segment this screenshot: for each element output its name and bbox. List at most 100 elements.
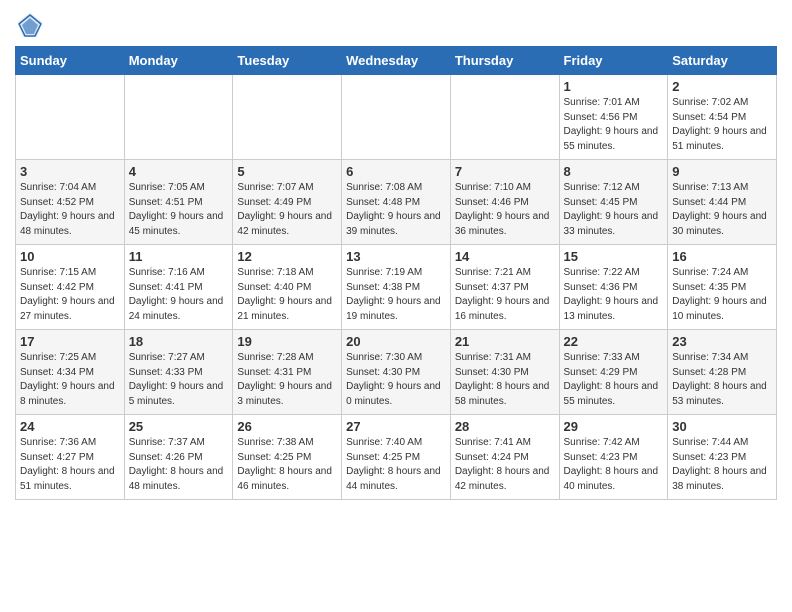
day-number: 15 (564, 249, 664, 264)
calendar-cell: 13 Sunrise: 7:19 AM Sunset: 4:38 PM Dayli… (342, 245, 451, 330)
calendar-week-row: 17Sunrise: 7:25 AM Sunset: 4:34 PM Dayli… (16, 330, 777, 415)
day-number: 11 (129, 249, 229, 264)
day-number: 23 (672, 334, 772, 349)
calendar-cell: 24 Sunrise: 7:36 AM Sunset: 4:27 PM Dayli… (16, 415, 125, 500)
day-info: Sunrise: 7:07 AM Sunset: 4:49 PM Dayligh… (237, 181, 337, 239)
day-info: Sunrise: 7:13 AM Sunset: 4:44 PM Dayligh… (672, 181, 772, 239)
day-number: 10 (20, 249, 120, 264)
day-number: 18 (129, 334, 229, 349)
day-number: 21 (455, 334, 555, 349)
day-info: Sunrise: 7:12 AM Sunset: 4:45 PM Dayligh… (564, 181, 664, 239)
day-number: 3 (20, 164, 120, 179)
day-info: Sunrise: 7:44 AM Sunset: 4:23 PM Dayligh… (672, 436, 772, 494)
calendar-cell: 28 Sunrise: 7:41 AM Sunset: 4:24 PM Dayli… (450, 415, 559, 500)
day-number: 29 (564, 419, 664, 434)
calendar-cell: 7 Sunrise: 7:10 AM Sunset: 4:46 PM Daylig… (450, 160, 559, 245)
day-info: Sunrise: 7:36 AM Sunset: 4:27 PM Dayligh… (20, 436, 120, 494)
day-number: 20 (346, 334, 446, 349)
day-number: 26 (237, 419, 337, 434)
day-number: 14 (455, 249, 555, 264)
calendar-cell: 5Sunrise: 7:07 AM Sunset: 4:49 PM Daylig… (233, 160, 342, 245)
calendar-cell: 16Sunrise: 7:24 AM Sunset: 4:35 PM Dayli… (668, 245, 777, 330)
calendar-cell: 19Sunrise: 7:28 AM Sunset: 4:31 PM Dayli… (233, 330, 342, 415)
day-header-tuesday: Tuesday (233, 47, 342, 75)
calendar-cell: 6 Sunrise: 7:08 AM Sunset: 4:48 PM Daylig… (342, 160, 451, 245)
calendar-cell: 3Sunrise: 7:04 AM Sunset: 4:52 PM Daylig… (16, 160, 125, 245)
day-info: Sunrise: 7:28 AM Sunset: 4:31 PM Dayligh… (237, 351, 337, 409)
calendar-cell: 12 Sunrise: 7:18 AM Sunset: 4:40 PM Dayli… (233, 245, 342, 330)
day-number: 25 (129, 419, 229, 434)
calendar-cell: 17Sunrise: 7:25 AM Sunset: 4:34 PM Dayli… (16, 330, 125, 415)
day-number: 8 (564, 164, 664, 179)
page: SundayMondayTuesdayWednesdayThursdayFrid… (0, 0, 792, 515)
day-number: 4 (129, 164, 229, 179)
calendar-cell (233, 75, 342, 160)
day-info: Sunrise: 7:19 AM Sunset: 4:38 PM Dayligh… (346, 266, 446, 324)
calendar-cell: 26 Sunrise: 7:38 AM Sunset: 4:25 PM Dayli… (233, 415, 342, 500)
day-number: 12 (237, 249, 337, 264)
calendar-cell: 27 Sunrise: 7:40 AM Sunset: 4:25 PM Dayli… (342, 415, 451, 500)
day-header-thursday: Thursday (450, 47, 559, 75)
calendar-week-row: 24 Sunrise: 7:36 AM Sunset: 4:27 PM Dayli… (16, 415, 777, 500)
calendar-cell: 10 Sunrise: 7:15 AM Sunset: 4:42 PM Dayli… (16, 245, 125, 330)
day-info: Sunrise: 7:22 AM Sunset: 4:36 PM Dayligh… (564, 266, 664, 324)
day-info: Sunrise: 7:15 AM Sunset: 4:42 PM Dayligh… (20, 266, 120, 324)
day-header-saturday: Saturday (668, 47, 777, 75)
day-info: Sunrise: 7:18 AM Sunset: 4:40 PM Dayligh… (237, 266, 337, 324)
day-info: Sunrise: 7:30 AM Sunset: 4:30 PM Dayligh… (346, 351, 446, 409)
day-info: Sunrise: 7:40 AM Sunset: 4:25 PM Dayligh… (346, 436, 446, 494)
logo-icon (15, 10, 45, 40)
day-info: Sunrise: 7:27 AM Sunset: 4:33 PM Dayligh… (129, 351, 229, 409)
calendar-cell: 30 Sunrise: 7:44 AM Sunset: 4:23 PM Dayli… (668, 415, 777, 500)
day-info: Sunrise: 7:31 AM Sunset: 4:30 PM Dayligh… (455, 351, 555, 409)
day-number: 16 (672, 249, 772, 264)
day-info: Sunrise: 7:33 AM Sunset: 4:29 PM Dayligh… (564, 351, 664, 409)
day-info: Sunrise: 7:05 AM Sunset: 4:51 PM Dayligh… (129, 181, 229, 239)
calendar-cell: 29 Sunrise: 7:42 AM Sunset: 4:23 PM Dayli… (559, 415, 668, 500)
calendar-cell: 22Sunrise: 7:33 AM Sunset: 4:29 PM Dayli… (559, 330, 668, 415)
day-info: Sunrise: 7:02 AM Sunset: 4:54 PM Dayligh… (672, 96, 772, 154)
day-header-friday: Friday (559, 47, 668, 75)
calendar-cell: 9 Sunrise: 7:13 AM Sunset: 4:44 PM Daylig… (668, 160, 777, 245)
day-info: Sunrise: 7:38 AM Sunset: 4:25 PM Dayligh… (237, 436, 337, 494)
calendar-cell: 2 Sunrise: 7:02 AM Sunset: 4:54 PM Daylig… (668, 75, 777, 160)
day-header-monday: Monday (124, 47, 233, 75)
day-info: Sunrise: 7:41 AM Sunset: 4:24 PM Dayligh… (455, 436, 555, 494)
day-info: Sunrise: 7:42 AM Sunset: 4:23 PM Dayligh… (564, 436, 664, 494)
day-header-wednesday: Wednesday (342, 47, 451, 75)
day-info: Sunrise: 7:10 AM Sunset: 4:46 PM Dayligh… (455, 181, 555, 239)
header (15, 10, 777, 40)
day-number: 9 (672, 164, 772, 179)
calendar-cell: 11 Sunrise: 7:16 AM Sunset: 4:41 PM Dayli… (124, 245, 233, 330)
day-number: 2 (672, 79, 772, 94)
calendar-cell: 20 Sunrise: 7:30 AM Sunset: 4:30 PM Dayli… (342, 330, 451, 415)
calendar-cell: 23 Sunrise: 7:34 AM Sunset: 4:28 PM Dayli… (668, 330, 777, 415)
calendar-cell (342, 75, 451, 160)
day-info: Sunrise: 7:37 AM Sunset: 4:26 PM Dayligh… (129, 436, 229, 494)
day-info: Sunrise: 7:01 AM Sunset: 4:56 PM Dayligh… (564, 96, 664, 154)
day-number: 27 (346, 419, 446, 434)
day-info: Sunrise: 7:34 AM Sunset: 4:28 PM Dayligh… (672, 351, 772, 409)
day-number: 1 (564, 79, 664, 94)
calendar-cell: 8 Sunrise: 7:12 AM Sunset: 4:45 PM Daylig… (559, 160, 668, 245)
calendar-cell: 15 Sunrise: 7:22 AM Sunset: 4:36 PM Dayli… (559, 245, 668, 330)
logo (15, 10, 49, 40)
day-info: Sunrise: 7:08 AM Sunset: 4:48 PM Dayligh… (346, 181, 446, 239)
day-number: 13 (346, 249, 446, 264)
calendar-cell (450, 75, 559, 160)
day-info: Sunrise: 7:21 AM Sunset: 4:37 PM Dayligh… (455, 266, 555, 324)
day-number: 28 (455, 419, 555, 434)
day-number: 6 (346, 164, 446, 179)
calendar-header-row: SundayMondayTuesdayWednesdayThursdayFrid… (16, 47, 777, 75)
day-number: 24 (20, 419, 120, 434)
day-number: 17 (20, 334, 120, 349)
calendar-cell: 18 Sunrise: 7:27 AM Sunset: 4:33 PM Dayli… (124, 330, 233, 415)
calendar-cell (16, 75, 125, 160)
day-number: 30 (672, 419, 772, 434)
day-info: Sunrise: 7:16 AM Sunset: 4:41 PM Dayligh… (129, 266, 229, 324)
calendar-table: SundayMondayTuesdayWednesdayThursdayFrid… (15, 46, 777, 500)
calendar-cell (124, 75, 233, 160)
day-number: 7 (455, 164, 555, 179)
day-header-sunday: Sunday (16, 47, 125, 75)
calendar-cell: 25 Sunrise: 7:37 AM Sunset: 4:26 PM Dayli… (124, 415, 233, 500)
